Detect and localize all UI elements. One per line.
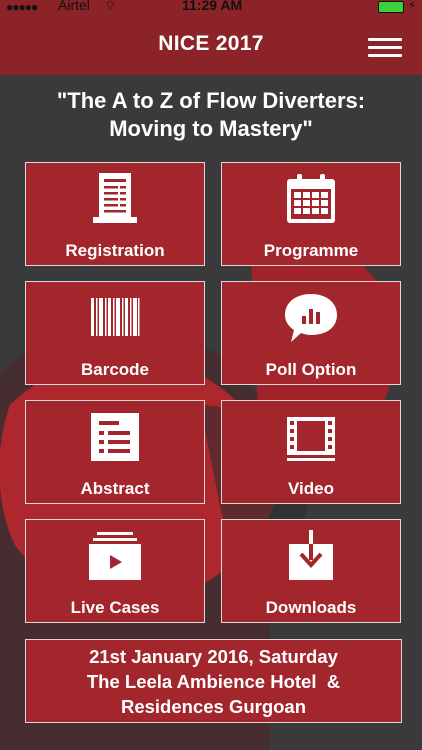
- list-document-icon: [91, 413, 139, 461]
- app-header: NICE 2017: [0, 18, 422, 75]
- conference-theme-line2: Moving to Mastery": [109, 116, 313, 141]
- video-label: Video: [288, 479, 334, 498]
- charging-icon: ⚡: [408, 0, 416, 12]
- event-date: 21st January 2016, Saturday: [89, 646, 338, 667]
- hamburger-icon: [368, 38, 402, 41]
- carrier-name: Airtel: [58, 0, 90, 13]
- registration-tile[interactable]: Registration: [25, 162, 205, 266]
- event-venue-line1: The Leela Ambience Hotel &: [86, 671, 341, 692]
- live-cases-tile[interactable]: Live Cases: [25, 519, 205, 623]
- downloads-label: Downloads: [265, 598, 357, 617]
- page-title: NICE 2017: [158, 32, 264, 55]
- signal-strength-icon: ●●●●●: [6, 0, 38, 14]
- barcode-label: Barcode: [80, 360, 150, 379]
- downloads-tile[interactable]: Downloads: [221, 519, 401, 623]
- abstract-tile[interactable]: Abstract: [25, 400, 205, 504]
- live-cases-label: Live Cases: [70, 598, 160, 617]
- poll-option-label: Poll Option: [265, 360, 357, 379]
- event-info-banner: 21st January 2016, Saturday The Leela Am…: [25, 639, 402, 723]
- conference-theme-line1: "The A to Z of Flow Diverters:: [56, 88, 366, 113]
- conference-theme: "The A to Z of Flow Diverters: Moving to…: [10, 87, 412, 143]
- status-bar: ●●●●● Airtel ⌔ 11:29 AM ⚡: [0, 0, 422, 18]
- registration-label: Registration: [65, 241, 165, 260]
- programme-label: Programme: [263, 241, 359, 260]
- battery-icon: [378, 1, 404, 13]
- barcode-tile[interactable]: Barcode: [25, 281, 205, 385]
- menu-button[interactable]: [368, 36, 404, 60]
- programme-tile[interactable]: Programme: [221, 162, 401, 266]
- abstract-label: Abstract: [80, 479, 150, 498]
- film-icon: [287, 417, 335, 461]
- poll-option-tile[interactable]: Poll Option: [221, 281, 401, 385]
- receipt-icon: [93, 173, 137, 223]
- video-stack-icon: [89, 532, 141, 580]
- poll-chat-icon: [285, 294, 337, 342]
- video-tile[interactable]: Video: [221, 400, 401, 504]
- wifi-icon: ⌔: [104, 0, 117, 13]
- calendar-icon: [287, 174, 335, 223]
- barcode-icon: [91, 298, 140, 336]
- event-venue-line2: Residences Gurgoan: [120, 696, 307, 717]
- download-icon: [289, 530, 333, 580]
- clock: 11:29 AM: [182, 0, 243, 13]
